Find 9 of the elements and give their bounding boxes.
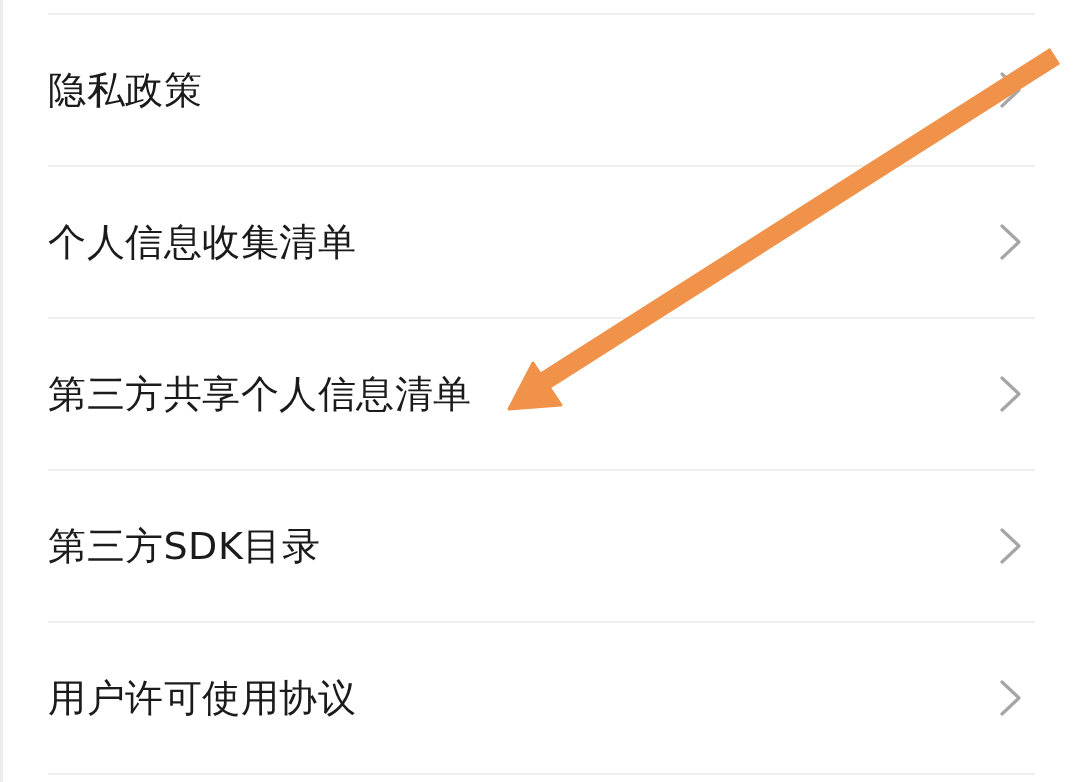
chevron-right-icon — [1000, 528, 1022, 564]
settings-row[interactable]: 隐私政策 — [48, 15, 1035, 167]
chevron-right-icon — [1000, 72, 1022, 108]
settings-row[interactable]: 个人信息收集清单 — [48, 167, 1035, 319]
chevron-right-icon — [1000, 224, 1022, 260]
settings-row[interactable]: 第三方SDK目录 — [48, 471, 1035, 623]
settings-row[interactable]: 用户许可使用协议 — [48, 623, 1035, 775]
chevron-right-icon — [1000, 680, 1022, 716]
chevron-right-icon — [1000, 376, 1022, 412]
